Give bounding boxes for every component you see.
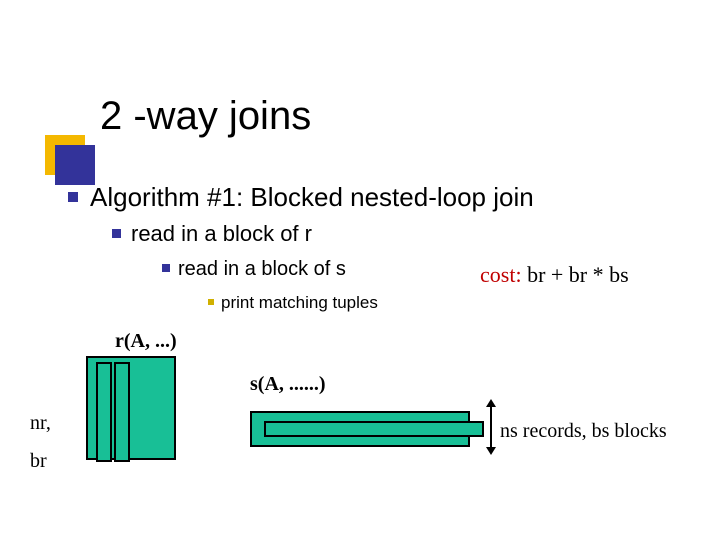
slide-title: 2 -way joins [100,94,311,139]
block-row [264,421,484,437]
bullet-level-2: read in a block of r [112,221,312,247]
double-arrow-icon [490,405,492,449]
block-column [96,362,112,462]
bullet-icon [162,264,170,272]
bullet-text: print matching tuples [221,293,378,312]
title-accent [45,135,85,175]
bullet-text: read in a block of s [178,258,346,280]
relation-r-label: r(A, ...) [115,330,177,353]
bullet-text: read in a block of r [131,221,312,246]
relation-s-label: s(A, ......) [250,373,326,396]
bullet-text: Algorithm #1: Blocked nested-loop join [90,182,534,212]
cost-label: cost: [480,262,522,287]
br-label: br [30,450,47,473]
nr-label: nr, [30,412,51,435]
bullet-level-1: Algorithm #1: Blocked nested-loop join [68,182,534,213]
bullet-icon [68,192,78,202]
bullet-icon [112,229,121,238]
relation-s-diagram [250,411,470,451]
ns-label: ns records, bs blocks [500,420,667,443]
relation-r-diagram [86,356,176,466]
cost-expression: br + br * bs [522,262,629,287]
bullet-icon [208,299,214,305]
block-column [114,362,130,462]
bullet-level-3: read in a block of s [162,258,346,281]
bullet-level-4: print matching tuples [208,293,378,313]
cost-annotation: cost: br + br * bs [480,262,629,288]
